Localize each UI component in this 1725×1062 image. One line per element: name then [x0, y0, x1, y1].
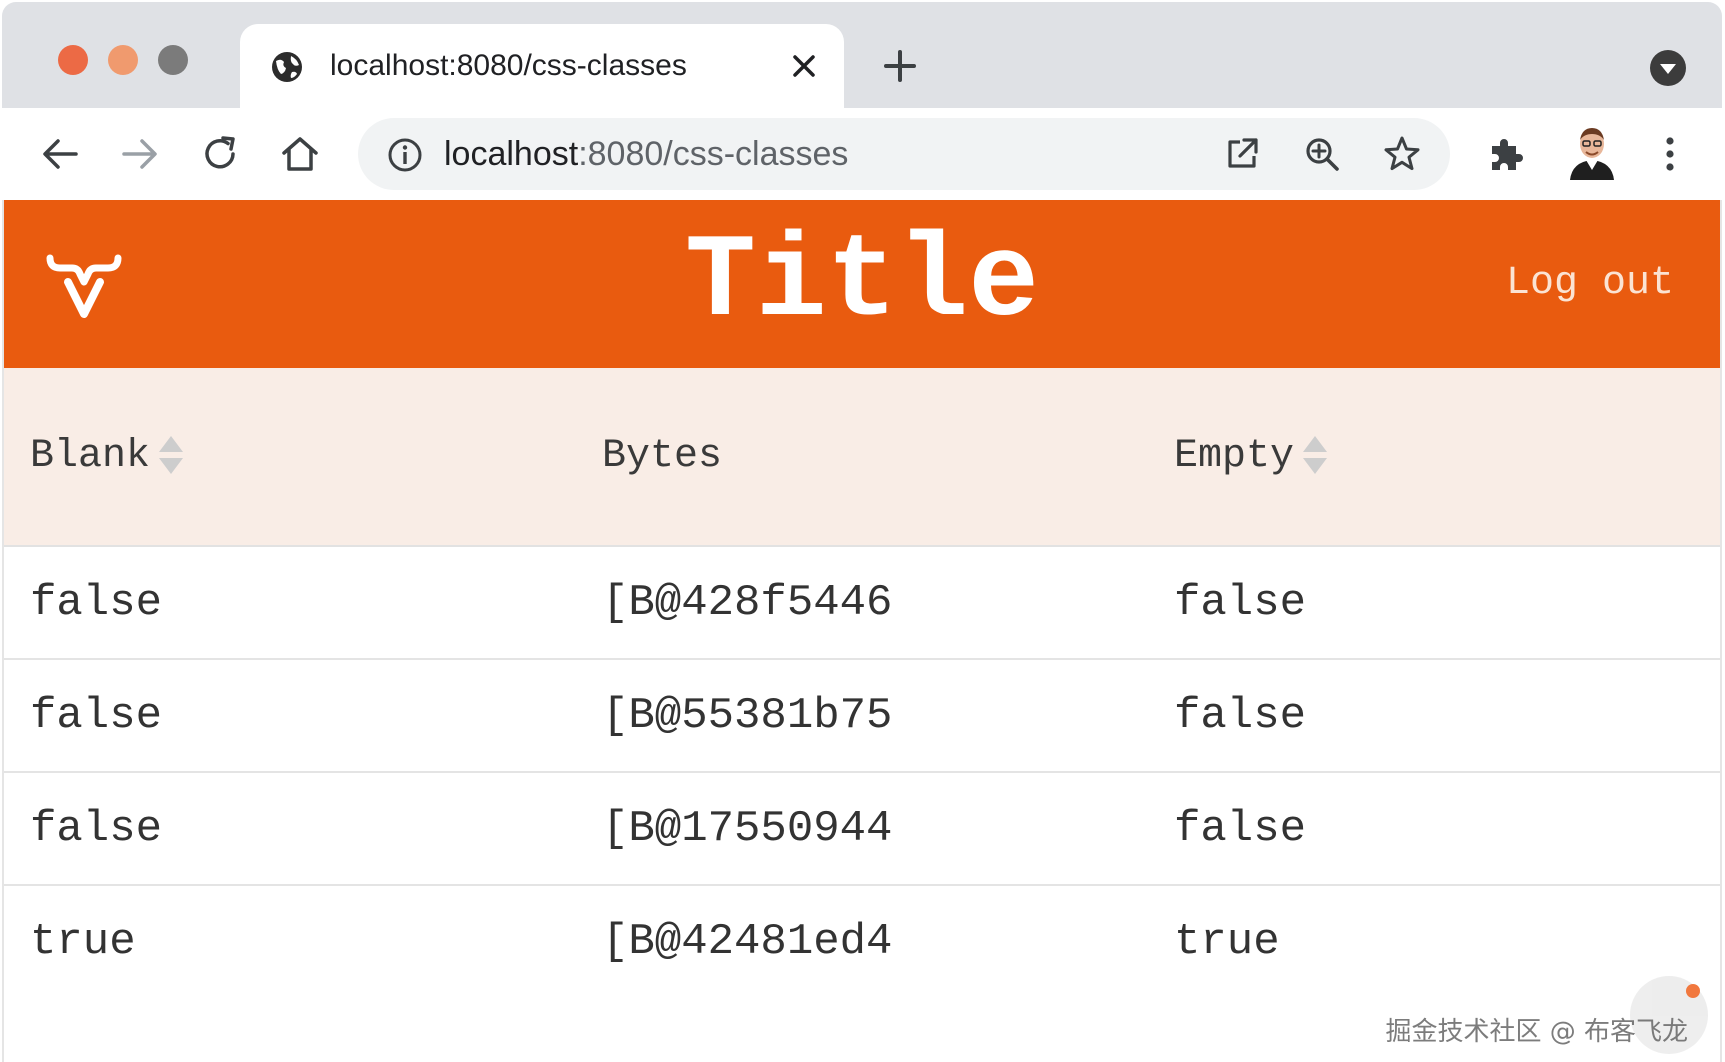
- globe-icon: [270, 50, 304, 84]
- cell-bytes: [B@17550944: [602, 803, 893, 854]
- table-row[interactable]: true [B@42481ed4 true: [4, 886, 1720, 997]
- table-row[interactable]: false [B@428f5446 false: [4, 547, 1720, 660]
- zoom-in-icon[interactable]: [1302, 134, 1342, 174]
- notification-dot: [1686, 984, 1700, 998]
- home-icon[interactable]: [276, 130, 324, 178]
- column-header-empty[interactable]: Empty: [1174, 368, 1330, 545]
- info-icon[interactable]: [386, 136, 424, 174]
- table-row[interactable]: false [B@55381b75 false: [4, 660, 1720, 773]
- column-header-label: Blank: [30, 434, 151, 479]
- browser-window: localhost:8080/css-classes localhost:808…: [0, 0, 1725, 1062]
- tab-title: localhost:8080/css-classes: [330, 49, 687, 82]
- avatar[interactable]: [1564, 122, 1620, 182]
- reload-icon[interactable]: [196, 130, 244, 178]
- watermark: 掘金技术社区 @ 布客飞龙: [1385, 1017, 1688, 1047]
- page-title: Title: [684, 217, 1040, 350]
- cell-bytes: [B@428f5446: [602, 577, 893, 628]
- cell-blank: true: [30, 916, 136, 967]
- star-icon[interactable]: [1382, 134, 1422, 174]
- column-header-bytes: Bytes: [602, 368, 722, 545]
- url-host: localhost: [444, 135, 579, 173]
- close-icon[interactable]: [786, 48, 822, 84]
- page-viewport: Title Log out Blank Bytes Empty false [B…: [2, 200, 1722, 1062]
- column-header-label: Empty: [1174, 434, 1295, 479]
- window-minimize-button[interactable]: [108, 45, 138, 75]
- open-external-icon[interactable]: [1222, 134, 1262, 174]
- plus-icon[interactable]: [882, 48, 918, 84]
- window-close-button[interactable]: [58, 45, 88, 75]
- url-text[interactable]: localhost:8080/css-classes: [444, 132, 848, 176]
- tab-strip: localhost:8080/css-classes: [2, 2, 1722, 110]
- app-header: Title Log out: [4, 200, 1720, 368]
- grid-header-row: Blank Bytes Empty: [4, 368, 1720, 547]
- cell-empty: false: [1174, 690, 1307, 741]
- table-row[interactable]: false [B@17550944 false: [4, 773, 1720, 886]
- browser-toolbar: localhost:8080/css-classes: [2, 108, 1722, 200]
- data-grid: Blank Bytes Empty false [B@428f5446 fals…: [4, 368, 1720, 997]
- cell-empty: false: [1174, 577, 1307, 628]
- url-path: :8080/css-classes: [578, 135, 849, 173]
- kebab-menu-icon[interactable]: [1646, 130, 1694, 178]
- arrow-right-icon[interactable]: [116, 130, 164, 178]
- window-maximize-button[interactable]: [158, 45, 188, 75]
- sort-icon[interactable]: [156, 432, 186, 478]
- chevron-down-icon[interactable]: [1650, 50, 1686, 86]
- column-header-label: Bytes: [602, 434, 723, 479]
- cell-blank: false: [30, 690, 163, 741]
- cell-bytes: [B@42481ed4: [602, 916, 893, 967]
- column-header-blank[interactable]: Blank: [30, 368, 186, 545]
- cell-empty: true: [1174, 916, 1280, 967]
- cell-blank: false: [30, 577, 163, 628]
- address-bar[interactable]: localhost:8080/css-classes: [358, 118, 1450, 190]
- cell-empty: false: [1174, 803, 1307, 854]
- puzzle-icon[interactable]: [1482, 130, 1530, 178]
- cell-blank: false: [30, 803, 163, 854]
- cell-bytes: [B@55381b75: [602, 690, 893, 741]
- arrow-left-icon[interactable]: [36, 130, 84, 178]
- browser-tab[interactable]: localhost:8080/css-classes: [240, 24, 844, 110]
- sort-icon[interactable]: [1300, 432, 1330, 478]
- logout-link[interactable]: Log out: [1506, 254, 1674, 314]
